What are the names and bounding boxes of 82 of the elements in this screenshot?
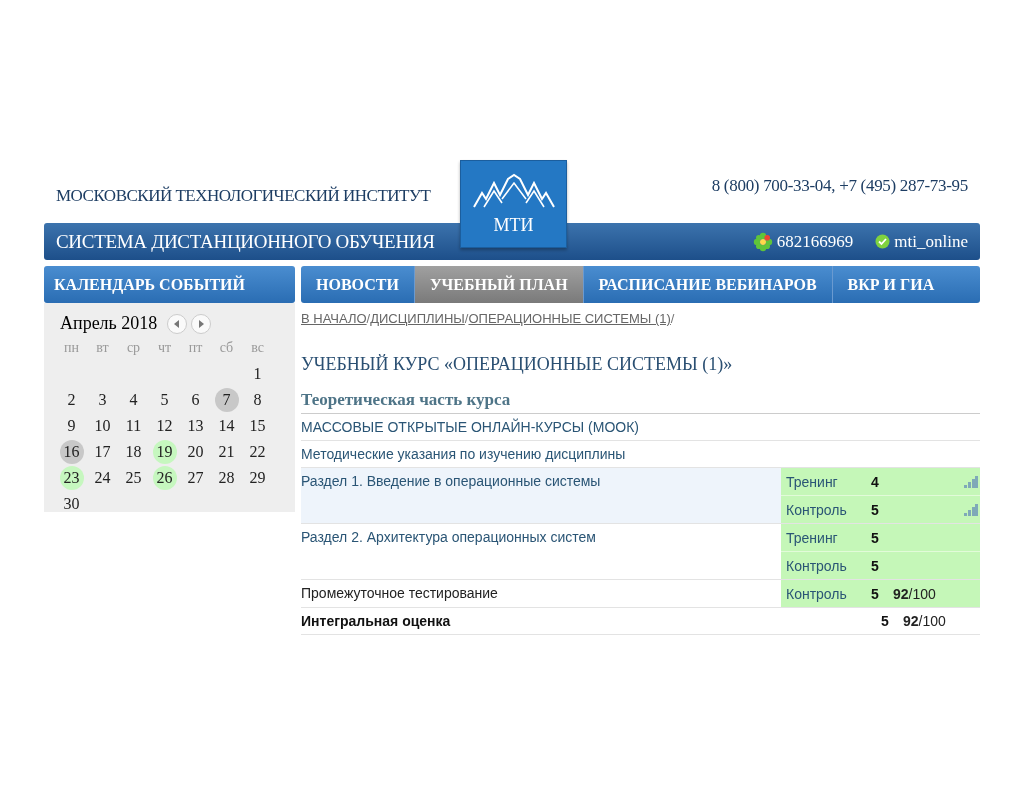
calendar-day: 8 xyxy=(245,388,270,412)
total-label: Интегральная оценка xyxy=(301,613,451,629)
calendar-month: Апрель 2018 xyxy=(60,313,158,334)
institute-name: МОСКОВСКИЙ ТЕХНОЛОГИЧЕСКИЙ ИНСТИТУТ xyxy=(56,186,431,206)
calendar-heading: КАЛЕНДАРЬ СОБЫТИЙ xyxy=(44,266,295,303)
grade: 5 xyxy=(871,501,880,518)
right-triangle-icon xyxy=(197,319,206,328)
calendar-day: 20 xyxy=(183,440,208,464)
calendar-day: 12 xyxy=(152,414,177,438)
calendar-day: 9 xyxy=(59,414,84,438)
phone-numbers: 8 (800) 700-33-04, +7 (495) 287-73-95 xyxy=(711,176,968,196)
calendar-day: 4 xyxy=(121,388,146,412)
calendar-day: 3 xyxy=(90,388,115,412)
score: 92/100 xyxy=(893,585,936,602)
calendar-day[interactable]: 19 xyxy=(152,440,177,464)
material-link[interactable]: МАССОВЫЕ ОТКРЫТЫЕ ОНЛАЙН-КУРСЫ (МООК) xyxy=(301,419,640,435)
breadcrumb-separator: / xyxy=(670,311,675,326)
course-title: УЧЕБНЫЙ КУРС «ОПЕРАЦИОННЫЕ СИСТЕМЫ (1)» xyxy=(301,354,734,375)
nav-tab[interactable]: НОВОСТИ xyxy=(301,266,415,303)
weekday-label: ср xyxy=(125,339,142,357)
activity-type[interactable]: Тренинг xyxy=(786,473,871,490)
flower-icon xyxy=(752,231,773,252)
chat-bubble-icon xyxy=(875,234,891,249)
section-title-cell[interactable]: Раздел 1. Введение в операционные системы xyxy=(301,468,781,523)
breadcrumb-separator: / xyxy=(464,311,469,326)
calendar-day: 2 xyxy=(59,388,84,412)
weekday-label: чт xyxy=(156,339,173,357)
calendar-day[interactable]: 23 xyxy=(59,466,84,490)
weekday-label: вс xyxy=(250,339,265,357)
breadcrumb-link[interactable]: ДИСЦИПЛИНЫ xyxy=(370,311,465,326)
grade: 5 xyxy=(871,529,880,546)
skype-login: mti_online xyxy=(894,231,968,252)
next-month-button[interactable] xyxy=(191,313,212,334)
mountains-icon xyxy=(471,172,556,209)
calendar-day: 28 xyxy=(214,466,239,490)
weekday-label: пн xyxy=(63,339,80,357)
grade: 5 xyxy=(871,557,880,574)
nav-tab[interactable]: РАСПИСАНИЕ ВЕБИНАРОВ xyxy=(583,266,833,303)
section-heading: Теоретическая часть курса xyxy=(301,390,980,414)
activity-type[interactable]: Контроль xyxy=(786,557,871,574)
grade: 5 xyxy=(871,585,880,602)
calendar-day: 6 xyxy=(183,388,208,412)
grade: 4 xyxy=(871,473,880,490)
activity-type[interactable]: Контроль xyxy=(786,501,871,518)
calendar-day: 17 xyxy=(90,440,115,464)
material-link[interactable]: Методические указания по изучению дисциплины xyxy=(301,446,626,462)
activity-type[interactable]: Тренинг xyxy=(786,529,871,546)
breadcrumb-link[interactable]: В НАЧАЛО xyxy=(301,311,367,326)
calendar-day: 29 xyxy=(245,466,270,490)
calendar-day: 22 xyxy=(245,440,270,464)
weekday-label: сб xyxy=(218,339,235,357)
breadcrumb-separator: / xyxy=(366,311,371,326)
left-triangle-icon xyxy=(173,319,182,328)
grade: 5 xyxy=(881,613,890,629)
system-title: СИСТЕМА ДИСТАНЦИОННОГО ОБУЧЕНИЯ xyxy=(56,230,435,253)
calendar-day[interactable]: 7 xyxy=(214,388,239,412)
calendar-day: 18 xyxy=(121,440,146,464)
section-title-cell[interactable]: Промежуточное тестирование xyxy=(301,580,781,607)
calendar-day: 14 xyxy=(214,414,239,438)
calendar-day: 15 xyxy=(245,414,270,438)
weekday-label: пт xyxy=(187,339,204,357)
calendar-day[interactable]: 26 xyxy=(152,466,177,490)
previous-month-button[interactable] xyxy=(167,313,188,334)
calendar-day: 27 xyxy=(183,466,208,490)
weekday-label: вт xyxy=(95,339,110,357)
calendar-day: 5 xyxy=(152,388,177,412)
calendar-day: 10 xyxy=(90,414,115,438)
activity-type[interactable]: Контроль xyxy=(786,585,871,602)
icq-number: 682166969 xyxy=(776,231,854,252)
calendar-day: 24 xyxy=(90,466,115,490)
calendar-day: 1 xyxy=(245,362,270,386)
calendar-day: 13 xyxy=(183,414,208,438)
breadcrumb-link[interactable]: ОПЕРАЦИОННЫЕ СИСТЕМЫ (1) xyxy=(468,311,671,326)
calendar-day: 11 xyxy=(121,414,146,438)
nav-tab[interactable]: ВКР И ГИА xyxy=(832,266,950,303)
calendar-day: 21 xyxy=(214,440,239,464)
logo-text: МТИ xyxy=(493,214,534,236)
calendar-day[interactable]: 16 xyxy=(59,440,84,464)
score: 92/100 xyxy=(903,613,947,629)
calendar-day: 30 xyxy=(59,492,84,516)
calendar-day: 25 xyxy=(121,466,146,490)
section-title-cell[interactable]: Раздел 2. Архитектура операционных систем xyxy=(301,524,781,579)
